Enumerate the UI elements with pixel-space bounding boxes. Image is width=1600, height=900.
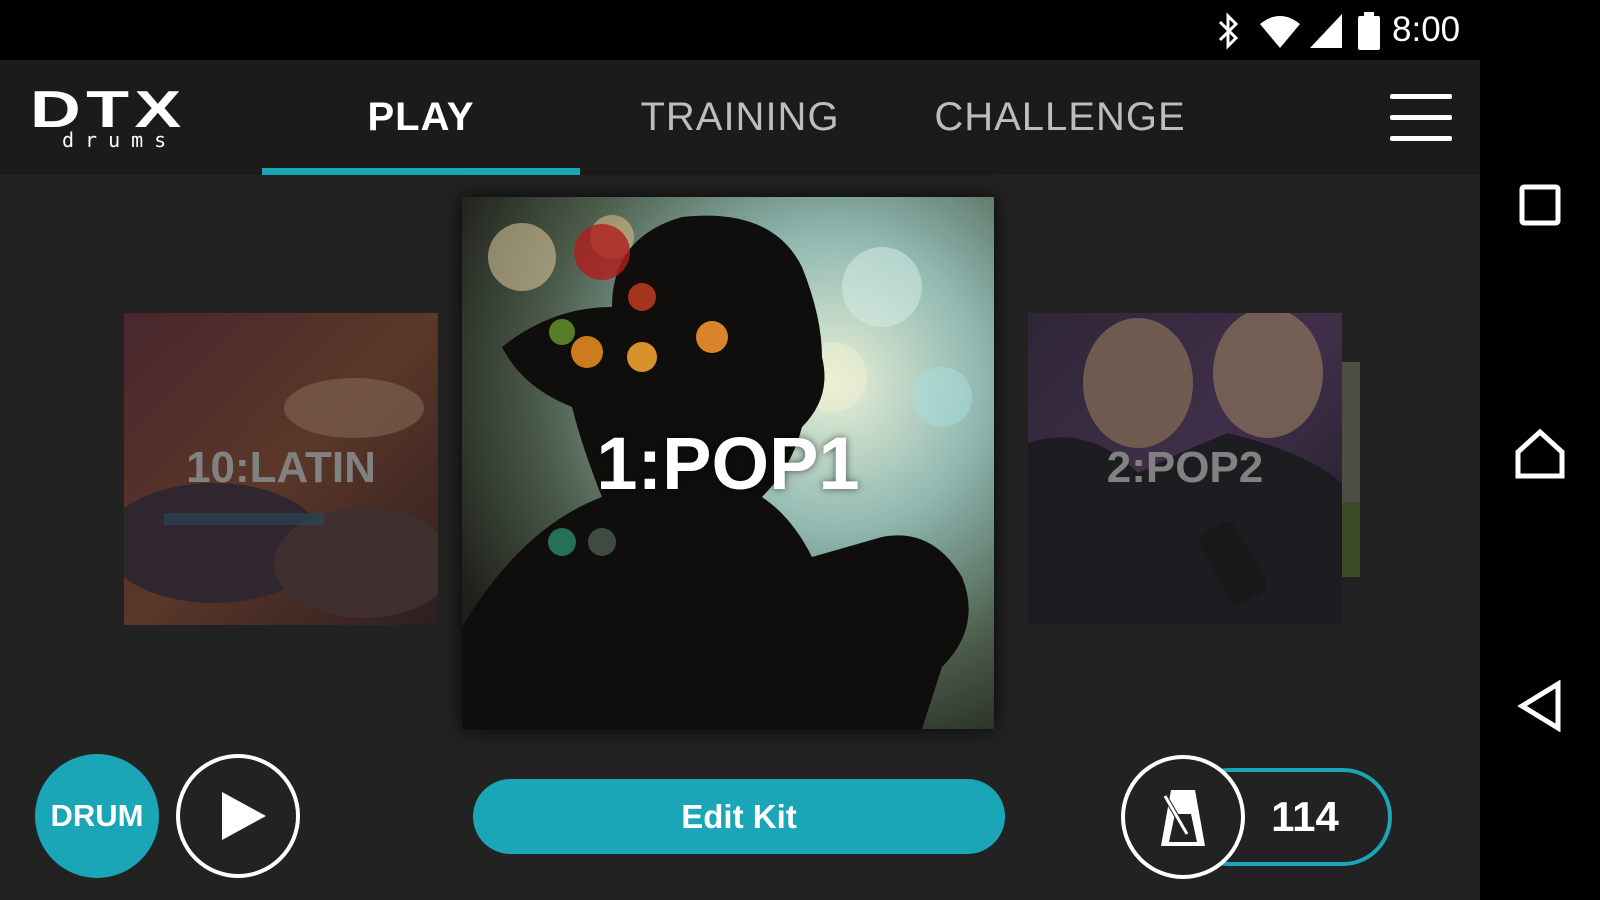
wifi-icon [1260, 16, 1300, 48]
bluetooth-icon [1218, 12, 1239, 50]
kit-label-latin: 10:LATIN [186, 443, 376, 492]
logo-sub-text: drums [62, 128, 178, 152]
status-time: 8:00 [1392, 10, 1461, 49]
home-icon [1515, 428, 1565, 479]
tab-play[interactable]: PLAY [262, 60, 580, 175]
kit-card-pop1[interactable]: 1:POP1 [462, 197, 994, 729]
kit-label-pop2: 2:POP2 [1106, 443, 1264, 492]
kit-card-next-edge [1342, 362, 1360, 577]
tempo-value: 114 [1271, 793, 1339, 840]
recents-icon [1519, 184, 1561, 226]
edit-kit-button[interactable]: Edit Kit [473, 779, 1005, 854]
home-button[interactable] [1480, 404, 1600, 504]
recents-button[interactable] [1480, 155, 1600, 255]
play-button[interactable] [176, 754, 300, 878]
back-icon [1517, 680, 1561, 732]
hamburger-menu-icon[interactable] [1386, 90, 1456, 146]
kit-card-latin[interactable]: 10:LATIN [124, 313, 438, 625]
metronome-button[interactable] [1121, 755, 1245, 879]
app-screen: 8:00 DTX drums PLAY TRAINING CHALLENGE 1… [0, 0, 1600, 900]
drum-button[interactable]: DRUM [35, 754, 159, 878]
active-tab-indicator [262, 168, 580, 175]
play-icon [222, 792, 266, 840]
tab-challenge[interactable]: CHALLENGE [905, 60, 1215, 175]
system-navigation-bar [1480, 60, 1600, 900]
kit-card-pop2[interactable]: 2:POP2 [1028, 313, 1342, 625]
metronome-icon [1161, 790, 1205, 846]
dtx-drums-logo: DTX drums [30, 84, 245, 154]
back-button[interactable] [1480, 656, 1600, 756]
kit-label-pop1: 1:POP1 [596, 422, 860, 505]
battery-icon [1358, 12, 1380, 50]
signal-icon [1310, 14, 1342, 48]
status-bar: 8:00 [0, 0, 1600, 60]
tab-training[interactable]: TRAINING [600, 60, 880, 175]
